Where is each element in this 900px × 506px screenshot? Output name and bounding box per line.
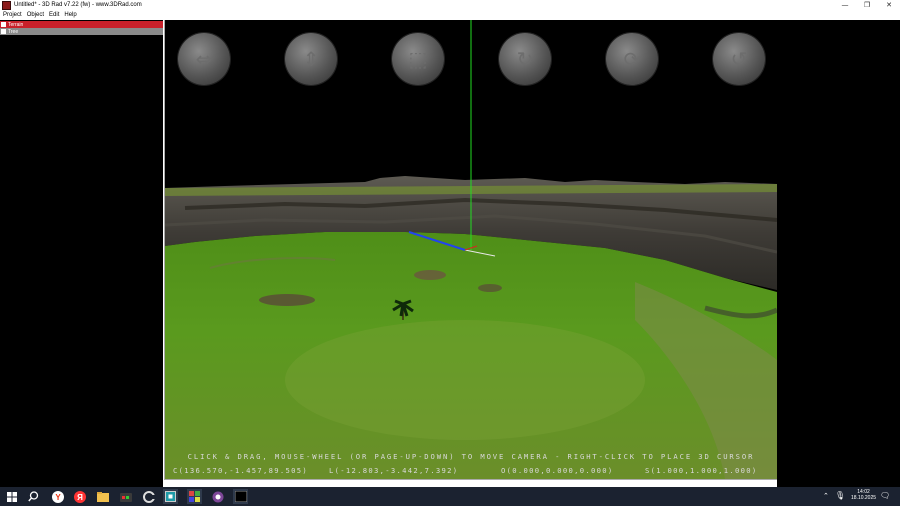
object-item-terrain[interactable]: Terrain (0, 21, 163, 28)
notifications-icon[interactable]: 🗨 (880, 491, 890, 500)
window-controls: — ❐ ✕ (834, 0, 900, 10)
scale-readout: S(1.000,1.000,1.000) (645, 466, 758, 475)
windows-start-icon[interactable] (4, 489, 19, 504)
camera-help-text: CLICK & DRAG, MOUSE-WHEEL (OR PAGE-UP-DO… (187, 452, 755, 461)
3drad-app-icon (2, 0, 11, 10)
microphone-icon[interactable]: 🎙 (835, 491, 845, 500)
look-at-readout: L(-12.803,-3.442,7.392) (329, 466, 459, 475)
svg-text:Я: Я (77, 493, 83, 502)
maximize-button[interactable]: ❐ (856, 0, 878, 10)
terrain-scene (165, 20, 777, 479)
menu-object[interactable]: Object (27, 12, 44, 18)
object-item-tree[interactable]: Tree (0, 28, 163, 35)
tor-browser-icon[interactable] (210, 489, 225, 504)
minimize-button[interactable]: — (834, 0, 856, 10)
window-title: Untitled* - 3D Rad v7.22 (fw) - www.3DRa… (14, 2, 142, 8)
taskbar: Y Я ⌃ 🎙 14:02 18.10.2025 🗨 (0, 487, 900, 506)
checkbox[interactable] (1, 29, 6, 34)
menu-bar: Project Object Edit Help (0, 10, 900, 20)
3d-viewport[interactable]: ⇔ ⇕ ⬚ ↻ ⟳ ↺ CLICK & DRAG, MOUSE-WHEEL (O… (164, 20, 778, 480)
move-horizontal-icon[interactable]: ⇔ (178, 33, 230, 85)
menu-edit[interactable]: Edit (49, 12, 59, 18)
move-vertical-icon[interactable]: ⇕ (285, 33, 337, 85)
close-button[interactable]: ✕ (878, 0, 900, 10)
camera-position-readout: C(136.570,-1.457,89.505) (173, 466, 309, 475)
3drad-app-icon[interactable] (187, 489, 202, 504)
date: 18.10.2025 (851, 495, 877, 501)
clock[interactable]: 14:02 18.10.2025 (851, 489, 876, 501)
object-label: Terrain (8, 21, 24, 28)
move-plane-icon[interactable]: ⬚ (392, 33, 444, 85)
yandex-browser-icon[interactable]: Y (50, 489, 65, 504)
rotate-icon[interactable]: ↻ (499, 33, 551, 85)
spin-icon[interactable]: ↺ (713, 33, 765, 85)
object-label: Tree (8, 28, 19, 35)
tray-chevron-icon[interactable]: ⌃ (823, 492, 829, 500)
checkbox[interactable] (1, 22, 6, 27)
file-explorer-icon[interactable] (95, 489, 110, 504)
media-app-icon[interactable] (118, 489, 133, 504)
menu-project[interactable]: Project (3, 12, 22, 18)
ccleaner-icon[interactable] (141, 489, 156, 504)
search-icon[interactable] (26, 489, 41, 504)
terminal-icon[interactable] (233, 489, 248, 504)
svg-text:Y: Y (55, 493, 61, 502)
object-list-panel: Terrain Tree (0, 20, 163, 487)
orbit-icon[interactable]: ⟳ (606, 33, 658, 85)
menu-help[interactable]: Help (64, 12, 76, 18)
yandex-icon[interactable]: Я (72, 489, 87, 504)
app-icon[interactable] (163, 489, 178, 504)
origin-readout: O(0.000,0.000,0.000) (501, 466, 614, 475)
empty-workspace (777, 20, 900, 487)
title-bar: Untitled* - 3D Rad v7.22 (fw) - www.3DRa… (0, 0, 900, 10)
